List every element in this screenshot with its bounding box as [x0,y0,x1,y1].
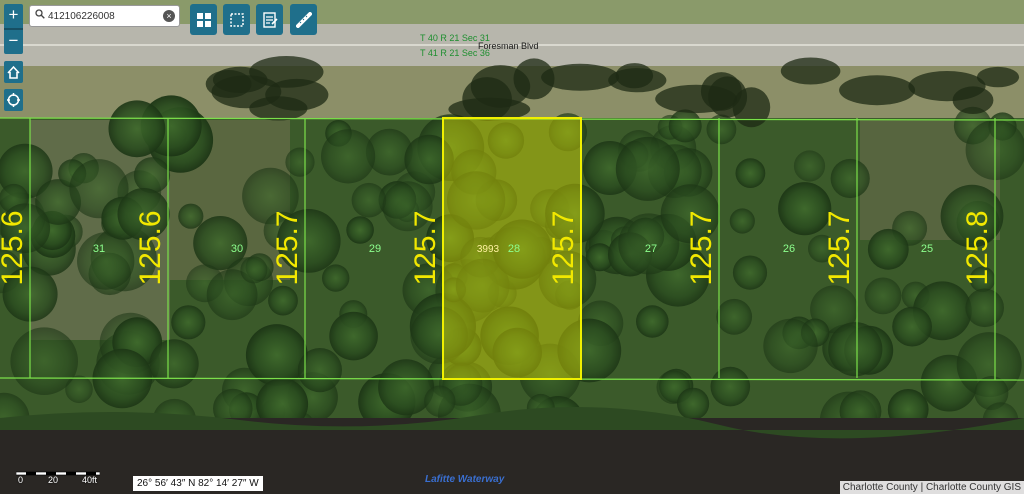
lot-number-label: 29 [369,243,381,255]
select-icon [229,12,244,27]
tree-canopy [322,264,350,292]
lot-address-label: 3993 [477,244,500,255]
report-icon [262,11,278,28]
scale-tick: 0 [18,475,24,485]
tree-canopy [867,228,909,270]
search-box: × [29,5,180,27]
tree-canopy [793,150,826,182]
lot-number-label: 25 [921,243,933,255]
zoom-out-button[interactable]: − [4,30,23,54]
home-button[interactable] [4,61,23,83]
tree-canopy [965,288,1004,328]
lot-depth-label: 125.7 [823,210,856,285]
tree-shadow [615,63,654,89]
aerial-imagery: 125.6 125.6 125.7 125.7 125.7 125.7 125.… [0,0,1024,494]
tree-canopy [763,318,818,374]
report-button[interactable] [256,4,283,35]
lot-depth-label: 125.7 [547,210,580,285]
home-icon [7,65,20,79]
lot-number-label: 31 [93,243,105,255]
search-input[interactable] [48,8,160,24]
tree-shadow [655,84,737,114]
tree-canopy [178,203,204,229]
tree-canopy [710,366,751,407]
tree-canopy [329,311,378,361]
map-view[interactable]: 125.6 125.6 125.7 125.7 125.7 125.7 125.… [0,0,1024,494]
waterway-label: Lafitte Waterway [425,474,505,485]
tree-canopy [864,277,902,315]
measure-icon [295,11,312,28]
scale-bar: 0 20 40ft [15,466,101,488]
tree-canopy [668,109,702,143]
tree-canopy [351,182,387,218]
tree-canopy [268,285,298,316]
tree-canopy [735,158,766,189]
tree-shadow [839,75,916,106]
tree-canopy [149,339,199,389]
lot-depth-label: 125.7 [271,210,304,285]
lot-depth-label: 125.6 [134,210,167,285]
attribution: Charlotte County | Charlotte County GIS [839,481,1024,494]
tree-shadow [780,57,841,85]
coordinate-readout: 26° 56′ 43″ N 82° 14′ 27″ W [133,476,263,491]
layers-icon [196,12,211,27]
select-button[interactable] [223,4,250,35]
scale-tick: 20 [48,475,59,485]
tree-canopy [424,385,456,417]
tree-canopy [716,298,753,335]
road-label: Foresman Blvd [478,41,539,51]
zoom-control: + − [4,4,23,54]
tree-shadow [513,58,555,100]
tree-canopy [240,256,268,284]
tree-canopy [133,157,171,194]
tree-shadow [976,66,1020,88]
zoom-in-button[interactable]: + [4,4,23,28]
lot-depth-label: 125.6 [0,210,29,285]
tree-canopy [10,327,78,396]
tree-canopy [892,306,932,347]
clear-search-button[interactable]: × [163,10,175,22]
tree-canopy [732,255,768,290]
search-icon [35,9,45,22]
tree-canopy [615,136,680,201]
lot-number-label: 28 [508,243,520,255]
lot-depth-label: 125.8 [961,210,994,285]
tree-shadow [952,86,994,114]
tree-canopy [346,216,374,244]
tree-canopy [77,232,135,290]
measure-button[interactable] [290,4,317,35]
lot-depth-label: 125.7 [409,210,442,285]
tree-canopy [729,208,755,234]
lot-number-label: 27 [645,243,657,255]
tree-shadow [249,96,308,121]
tree-canopy [830,158,870,199]
tree-canopy [171,305,206,340]
lot-number-label: 30 [231,243,243,255]
tree-canopy [321,129,376,184]
lot-depth-label: 125.7 [685,210,718,285]
locate-icon [7,93,20,107]
tree-canopy [108,100,166,158]
scale-tick: 40ft [82,475,98,485]
tree-canopy [677,387,710,420]
tree-canopy [636,305,669,338]
tree-shadow [205,70,252,98]
locate-button[interactable] [4,89,23,111]
tree-canopy [828,322,883,377]
layers-button[interactable] [190,4,217,35]
tree-canopy [285,147,315,177]
lot-number-label: 26 [783,243,795,255]
